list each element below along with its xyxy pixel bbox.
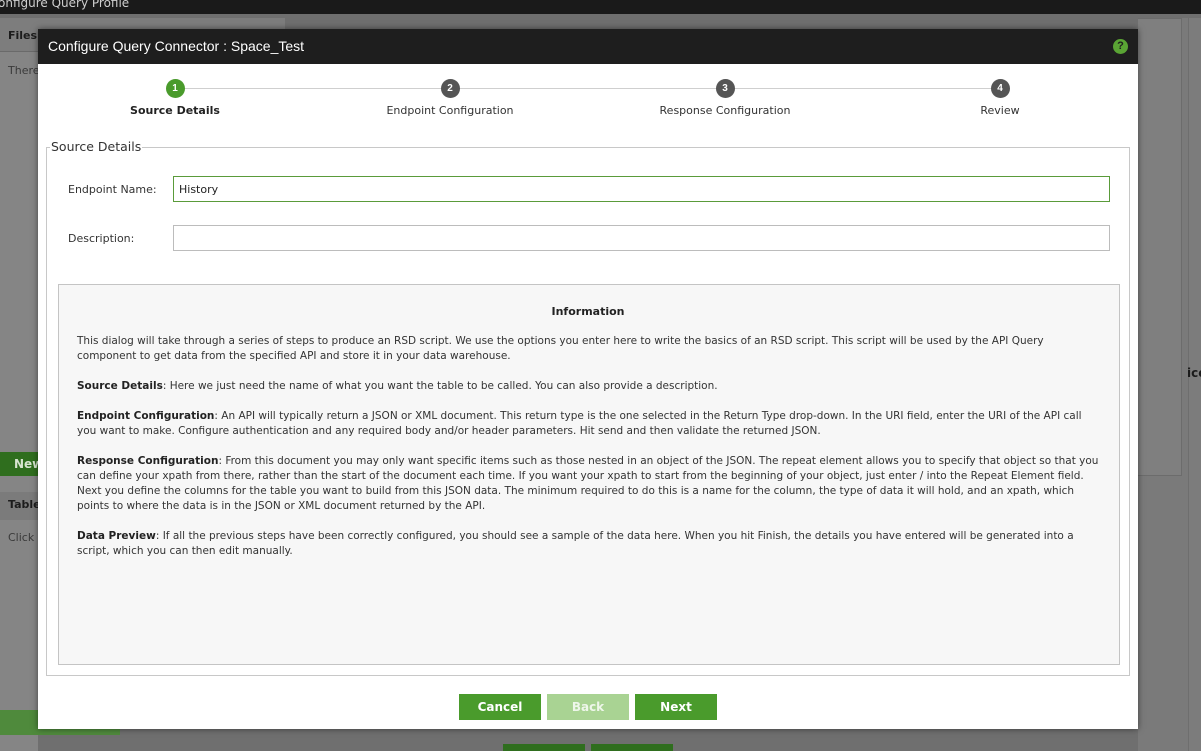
back-button[interactable]: Back [547,694,629,720]
step-number: 2 [440,79,460,98]
endpoint-name-input[interactable] [173,176,1110,202]
step-endpoint-configuration: 2 Endpoint Configuration [350,79,550,117]
information-text: : From this document you may only want s… [77,455,1099,512]
information-paragraph: Data Preview: If all the previous steps … [77,529,1099,559]
help-icon[interactable]: ? [1113,39,1128,54]
endpoint-name-label: Endpoint Name: [68,183,157,196]
information-term: Data Preview [77,530,156,542]
information-text: : Here we just need the name of what you… [162,380,718,392]
configure-query-connector-dialog: Configure Query Connector : Space_Test ?… [38,29,1138,729]
description-label: Description: [68,232,135,245]
description-input[interactable] [173,225,1110,251]
background-left-panel [0,18,38,751]
step-label: Source Details [130,104,220,117]
information-title: Information [551,305,625,318]
wizard-stepper: 1 Source Details 2 Endpoint Configuratio… [38,64,1138,139]
information-term: Source Details [77,380,163,392]
dialog-title-bar: Configure Query Connector : Space_Test ? [38,29,1138,64]
information-paragraph: Response Configuration: From this docume… [77,454,1099,514]
dialog-title: Configure Query Connector : Space_Test [48,38,305,54]
stepper-line [175,88,1000,89]
step-number: 1 [165,79,185,98]
background-bottom-button [503,744,585,751]
step-label: Response Configuration [659,104,791,117]
background-new-button: New [0,452,43,476]
step-response-configuration: 3 Response Configuration [625,79,825,117]
step-source-details: 1 Source Details [75,79,275,117]
information-text: : An API will typically return a JSON or… [77,410,1082,437]
background-right-fragment: ice [1187,366,1201,380]
next-button[interactable]: Next [635,694,717,720]
information-panel: Information This dialog will take throug… [58,284,1120,665]
background-title: onfigure Query Profile [0,0,130,10]
step-number: 3 [715,79,735,98]
background-bottom-button [591,744,673,751]
background-right-inner [1138,18,1182,476]
information-paragraph: Endpoint Configuration: An API will typi… [77,409,1099,439]
information-term: Endpoint Configuration [77,410,215,422]
background-files-label: Files [8,29,38,42]
background-table-label: Table [8,498,41,511]
information-term: Response Configuration [77,455,219,467]
fieldset-legend: Source Details [50,139,143,154]
background-right-edge [1188,18,1201,751]
cancel-button[interactable]: Cancel [459,694,541,720]
source-details-fieldset: Source Details Endpoint Name: Descriptio… [46,139,1130,676]
step-review: 4 Review [900,79,1100,117]
background-there-text: There [8,64,40,77]
information-intro: This dialog will take through a series o… [77,335,1044,362]
information-paragraph: Source Details: Here we just need the na… [77,379,1099,394]
step-label: Endpoint Configuration [386,104,514,117]
step-number: 4 [990,79,1010,98]
background-table-tab: Table [0,492,41,520]
step-label: Review [980,104,1020,117]
background-title-bar: onfigure Query Profile [0,0,1201,14]
information-text: : If all the previous steps have been co… [77,530,1074,557]
background-click-text: Click t [8,531,43,544]
